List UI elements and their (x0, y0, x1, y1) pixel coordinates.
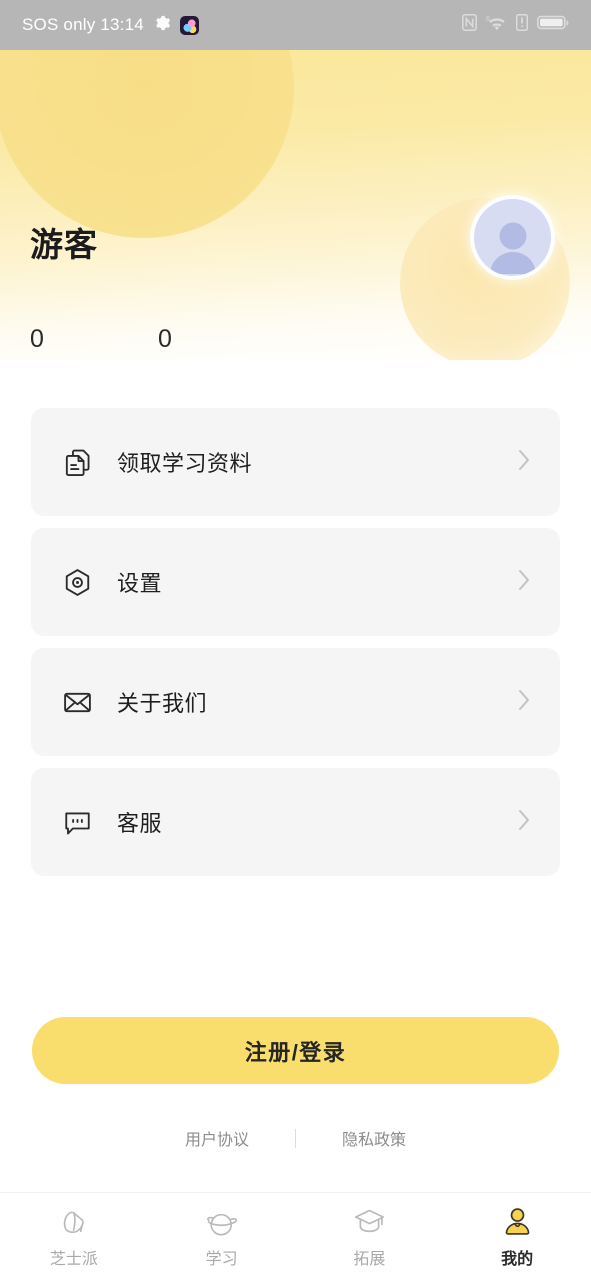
tab-expand[interactable]: 拓展 (296, 1193, 444, 1280)
stat-value: 0 (158, 325, 172, 353)
menu-list: 领取学习资料 设置 关于我们 客服 (31, 408, 560, 888)
cheese-wedge-icon (57, 1204, 90, 1238)
status-bar-left: SOS only 13:14 (22, 14, 199, 37)
person-icon (501, 1204, 534, 1238)
status-bar-right: 6 (462, 13, 569, 36)
tab-cheese[interactable]: 芝士派 (0, 1193, 148, 1280)
chevron-right-icon (517, 568, 531, 597)
menu-item-customer-service[interactable]: 客服 (31, 768, 560, 876)
privacy-policy-link[interactable]: 隐私政策 (342, 1126, 406, 1150)
menu-item-label: 设置 (117, 571, 163, 596)
battery-icon (537, 14, 569, 36)
tab-label: 拓展 (353, 1251, 386, 1268)
svg-text:6: 6 (486, 16, 490, 23)
tab-mine[interactable]: 我的 (443, 1193, 591, 1280)
bottom-tab-bar: 芝士派 学习 拓展 我的 (0, 1192, 591, 1280)
chevron-right-icon (517, 448, 531, 477)
stat-study-days: 0 学习天数 (30, 325, 158, 360)
decorative-circle-large (0, 50, 294, 238)
menu-item-about-us[interactable]: 关于我们 (31, 648, 560, 756)
legal-links: 用户协议 隐私政策 (0, 1126, 591, 1150)
chat-bubble-icon (60, 805, 94, 839)
chevron-right-icon (517, 808, 531, 837)
graduation-cap-icon (353, 1204, 386, 1238)
tab-label: 我的 (501, 1251, 534, 1268)
status-bar: SOS only 13:14 6 (0, 0, 591, 50)
profile-header: 游客 0 学习天数 0 学习单词 (0, 50, 591, 360)
menu-item-label: 关于我们 (117, 691, 208, 716)
stat-value: 0 (30, 325, 44, 353)
menu-item-study-materials[interactable]: 领取学习资料 (31, 408, 560, 516)
nfc-icon (462, 14, 477, 36)
document-copy-icon (60, 445, 94, 479)
planet-icon (204, 1204, 239, 1238)
envelope-icon (60, 685, 94, 719)
register-login-button[interactable]: 注册/登录 (32, 1017, 559, 1084)
tab-study[interactable]: 学习 (148, 1193, 296, 1280)
carrier-time-label: SOS only 13:14 (22, 15, 144, 34)
settings-hex-icon (60, 565, 94, 599)
legal-divider (295, 1128, 296, 1148)
menu-item-settings[interactable]: 设置 (31, 528, 560, 636)
menu-item-label: 客服 (117, 811, 163, 836)
user-agreement-link[interactable]: 用户协议 (185, 1126, 249, 1150)
tab-label: 学习 (205, 1251, 238, 1268)
menu-item-label: 领取学习资料 (117, 451, 253, 476)
stat-study-words: 0 学习单词 (158, 325, 286, 360)
page-title: 游客 (30, 226, 98, 263)
app-screen: SOS only 13:14 6 游客 0 0 领取学习资料 设置 关于我们 客… (0, 0, 591, 1280)
chevron-right-icon (517, 688, 531, 717)
avatar-person-icon (489, 222, 536, 275)
stats-row: 0 学习天数 0 学习单词 (30, 325, 286, 360)
app-icon (179, 15, 199, 35)
signal-alert-icon (515, 13, 529, 36)
wifi-6-icon: 6 (486, 14, 507, 36)
tab-label: 芝士派 (49, 1251, 98, 1268)
gear-icon (153, 14, 171, 37)
avatar[interactable] (470, 195, 555, 280)
